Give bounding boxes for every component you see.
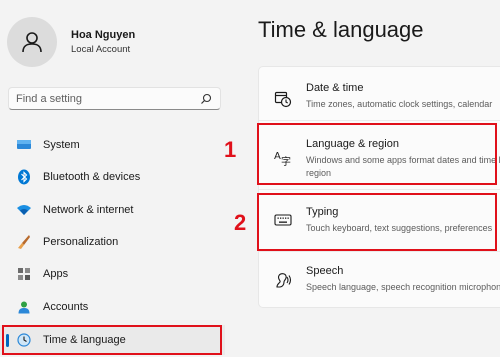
- wifi-icon: [16, 202, 32, 218]
- search-box[interactable]: Find a setting: [8, 87, 221, 110]
- search-input[interactable]: Find a setting: [16, 93, 82, 105]
- sidebar-item-label: Bluetooth & devices: [43, 171, 141, 183]
- divider: [259, 189, 500, 190]
- highlight-box-typing: [257, 193, 497, 251]
- highlight-box-nav: [2, 325, 222, 355]
- sidebar-item-accounts[interactable]: Accounts: [0, 292, 225, 322]
- person-icon: [22, 32, 42, 53]
- search-icon[interactable]: [200, 93, 212, 105]
- speech-icon: [274, 272, 292, 290]
- monitor-icon: [16, 137, 32, 153]
- card-description: Time zones, automatic clock settings, ca…: [306, 99, 493, 109]
- apps-icon: [16, 266, 32, 282]
- sidebar-item-label: Apps: [43, 268, 69, 280]
- account-type: Local Account: [71, 43, 131, 55]
- sidebar: Hoa Nguyen Local Account Find a setting …: [0, 0, 240, 357]
- user-profile[interactable]: Hoa Nguyen Local Account: [7, 17, 135, 67]
- divider: [259, 120, 500, 121]
- card-speech[interactable]: Speech Speech language, speech recogniti…: [258, 255, 500, 309]
- sidebar-item-personalization[interactable]: Personalization: [0, 227, 225, 257]
- sidebar-item-label: System: [43, 139, 80, 151]
- bluetooth-icon: [16, 169, 32, 185]
- avatar[interactable]: [7, 17, 57, 67]
- annotation-marker-2: 2: [234, 210, 247, 235]
- sidebar-item-label: Network & internet: [43, 204, 134, 216]
- annotation-marker-1: 1: [224, 137, 237, 162]
- card-title: Date & time: [306, 82, 364, 94]
- date-time-icon: [274, 90, 292, 108]
- brush-icon: [16, 234, 32, 250]
- page-title: Time & language: [258, 17, 424, 42]
- accounts-icon: [16, 299, 32, 315]
- sidebar-item-network[interactable]: Network & internet: [0, 195, 225, 225]
- sidebar-item-system[interactable]: System: [0, 130, 225, 160]
- sidebar-item-label: Personalization: [43, 236, 119, 248]
- card-date-time[interactable]: Date & time Time zones, automatic clock …: [258, 72, 500, 126]
- sidebar-item-label: Accounts: [43, 301, 89, 313]
- user-name: Hoa Nguyen: [71, 28, 136, 41]
- card-description: Speech language, speech recognition micr…: [306, 282, 500, 292]
- highlight-box-language-region: [257, 123, 497, 185]
- sidebar-item-bluetooth[interactable]: Bluetooth & devices: [0, 162, 225, 192]
- divider: [259, 251, 500, 252]
- sidebar-item-apps[interactable]: Apps: [0, 259, 225, 289]
- card-title: Speech: [306, 265, 344, 277]
